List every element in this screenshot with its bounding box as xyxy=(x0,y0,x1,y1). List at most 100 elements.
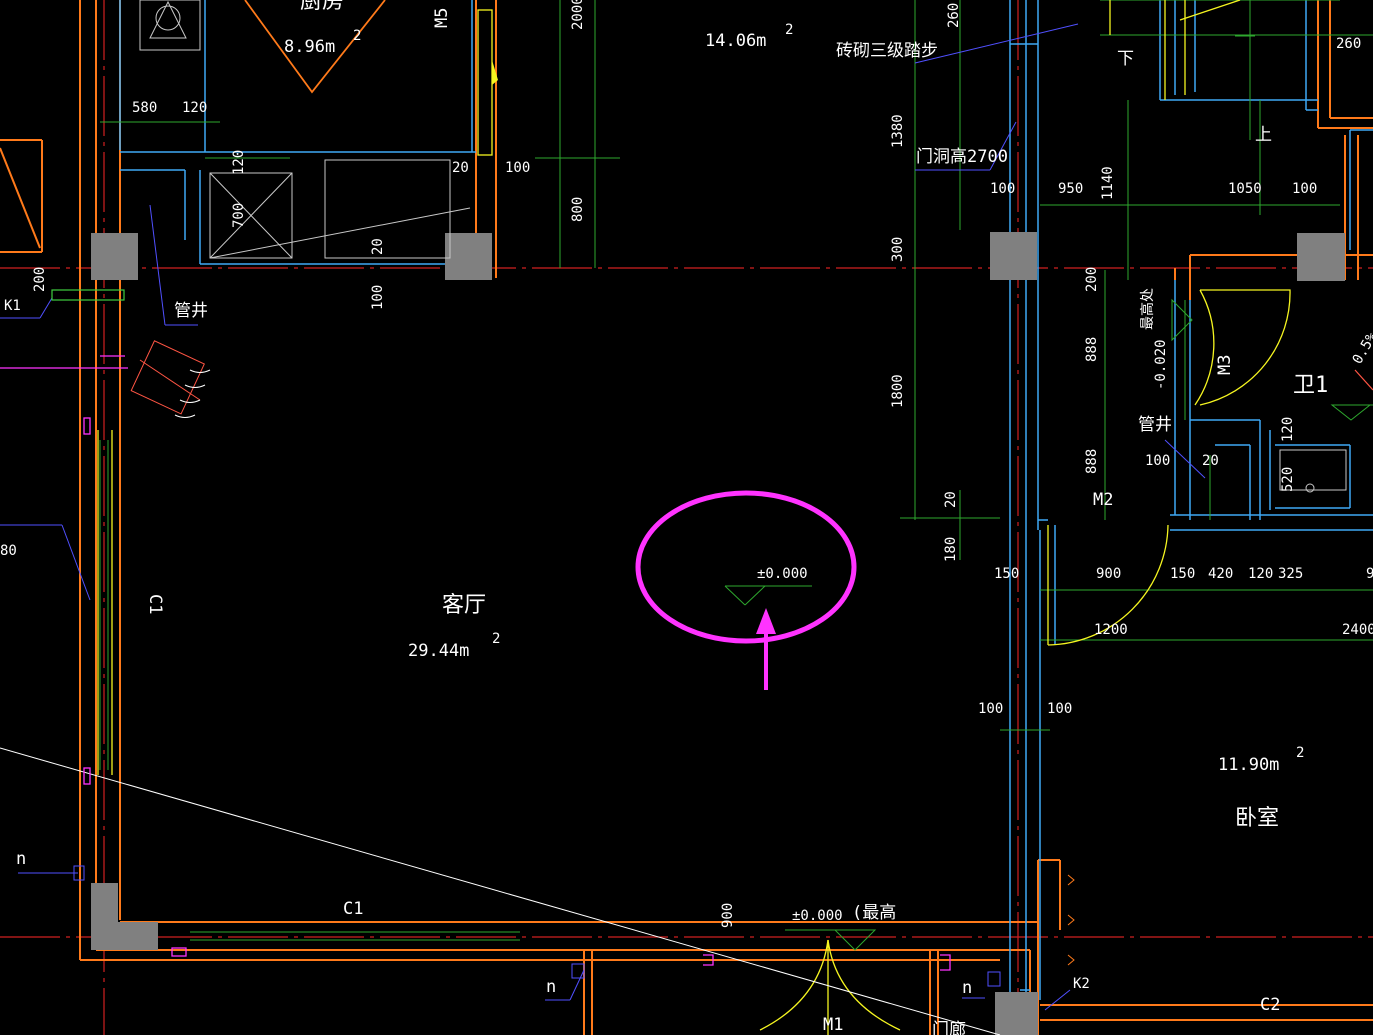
bath-floor-mark xyxy=(1330,404,1372,421)
tag-n-bottom-2: n xyxy=(962,978,972,998)
dimension-lines xyxy=(99,0,1373,941)
highlight-ellipse xyxy=(635,490,857,644)
leader-lines xyxy=(0,23,1206,1011)
wall-chevrons xyxy=(1067,874,1075,966)
dim-100-e: 100 xyxy=(1145,453,1170,469)
bathroom-name: 卫1 xyxy=(1293,373,1328,398)
tag-c1-left: C1 xyxy=(145,594,165,614)
tag-m5: M5 xyxy=(432,8,452,28)
dimension-texts: 580 120 20 100 120 700 20 100 200 80 200… xyxy=(0,0,1373,928)
corridor-note: 门廊 xyxy=(932,1020,966,1035)
tag-n-bottom-1: n xyxy=(546,977,556,997)
living-elevation: ±0.000 xyxy=(757,566,808,582)
dim-520: 520 xyxy=(1280,467,1296,492)
entrance-elevation: ±0.000 xyxy=(792,908,843,924)
dim-1800: 1800 xyxy=(890,374,906,408)
kitchen-area: 8.96m xyxy=(284,37,335,57)
floor-plan-drawing: 厨房 8.96m 2 14.06m 2 客厅 29.44m 2 11.90m 2… xyxy=(0,0,1373,1035)
dim-580: 580 xyxy=(132,100,157,116)
highlight-arrow-head xyxy=(756,608,776,634)
dim-120-d: 120 xyxy=(1248,566,1273,582)
exhaust-symbol xyxy=(130,340,205,415)
dim-260-b: 260 xyxy=(1336,36,1361,52)
dim-800-a: 800 xyxy=(570,197,586,222)
kitchen-area-exp: 2 xyxy=(353,28,361,44)
dim-100-d: 100 xyxy=(1292,181,1317,197)
living-room-area: 29.44m xyxy=(408,641,469,661)
stair-down: 下 xyxy=(1117,49,1134,69)
dim-200-a: 200 xyxy=(32,267,48,292)
bedroom-name: 卧室 xyxy=(1235,806,1279,831)
bedroom-area: 11.90m xyxy=(1218,755,1279,775)
dining-area-exp: 2 xyxy=(785,22,793,38)
dim-100-c: 100 xyxy=(990,181,1015,197)
dim-100-b: 100 xyxy=(370,285,386,310)
highlight-annotation xyxy=(635,490,857,690)
brick-steps-note: 砖砌三级踏步 xyxy=(836,41,938,61)
dim-150-b: 150 xyxy=(1170,566,1195,582)
magenta-lines xyxy=(0,355,951,971)
living-area-exp: 2 xyxy=(492,631,500,647)
highest-note-right: 最高处 xyxy=(1139,288,1156,330)
bath-elevation: -0.020 xyxy=(1153,339,1169,390)
dim-80: 80 xyxy=(0,543,17,559)
dim-325: 325 xyxy=(1278,566,1303,582)
tag-c2: C2 xyxy=(1260,995,1280,1015)
bedroom-area-exp: 2 xyxy=(1296,745,1304,761)
dim-20-c: 20 xyxy=(943,491,959,508)
entrance-elevation-mark xyxy=(833,929,877,951)
pipe-well-right: 管井 xyxy=(1138,415,1172,435)
tag-m3: M3 xyxy=(1215,355,1235,375)
exterior-walls xyxy=(0,0,1373,1035)
dim-200-b: 200 xyxy=(1084,267,1100,292)
dim-20-b: 20 xyxy=(370,238,386,255)
vent-waves xyxy=(174,369,211,418)
pipe-well-left: 管井 xyxy=(174,301,208,321)
dim-420: 420 xyxy=(1208,566,1233,582)
dim-1200: 1200 xyxy=(1094,622,1128,638)
slope-arrow xyxy=(1354,369,1373,391)
dim-100-a: 100 xyxy=(505,160,530,176)
dim-100-f: 100 xyxy=(978,701,1003,717)
tag-m1: M1 xyxy=(823,1015,843,1035)
dim-1380: 1380 xyxy=(890,114,906,148)
dim-1140: 1140 xyxy=(1100,166,1116,200)
k1-window-mark xyxy=(51,289,125,301)
dim-2400: 2400 xyxy=(1342,622,1373,638)
tag-k2: K2 xyxy=(1073,976,1090,992)
dim-180: 180 xyxy=(943,537,959,562)
dim-1050: 1050 xyxy=(1228,181,1262,197)
kitchen-name: 厨房 xyxy=(300,0,344,14)
dim-700: 700 xyxy=(231,203,247,228)
tag-m2: M2 xyxy=(1093,490,1113,510)
dim-2000: 2000 xyxy=(570,0,586,30)
tag-c1-bottom: C1 xyxy=(343,899,363,919)
dim-9: 9 xyxy=(1366,566,1373,582)
dim-100-g: 100 xyxy=(1047,701,1072,717)
dim-950: 950 xyxy=(1058,181,1083,197)
dim-900-b: 900 xyxy=(720,903,736,928)
tag-k1: K1 xyxy=(4,298,21,314)
dim-120-b: 120 xyxy=(231,150,247,175)
dim-260-a: 260 xyxy=(946,3,962,28)
dim-888-b: 888 xyxy=(1084,449,1100,474)
dim-120-a: 120 xyxy=(182,100,207,116)
dim-120-c: 120 xyxy=(1280,417,1296,442)
dim-150-a: 150 xyxy=(994,566,1019,582)
highest-note-bottom: (最高 xyxy=(852,903,896,923)
interior-walls xyxy=(119,0,1373,1000)
dim-20-d: 20 xyxy=(1202,453,1219,469)
dim-888-a: 888 xyxy=(1084,337,1100,362)
axis-lines xyxy=(0,0,1373,1035)
dining-area: 14.06m xyxy=(705,31,766,51)
fixtures xyxy=(0,0,1347,1035)
door-height-note: 门洞高2700 xyxy=(916,147,1008,167)
dim-300: 300 xyxy=(890,237,906,262)
dim-900: 900 xyxy=(1096,566,1121,582)
doors-and-stairs xyxy=(97,0,1291,1035)
tag-n-left: n xyxy=(16,849,26,869)
living-room-name: 客厅 xyxy=(442,593,486,618)
dim-20-a: 20 xyxy=(452,160,469,176)
stair-up: 上 xyxy=(1255,125,1272,145)
slope-note: 0.5% xyxy=(1350,329,1373,367)
